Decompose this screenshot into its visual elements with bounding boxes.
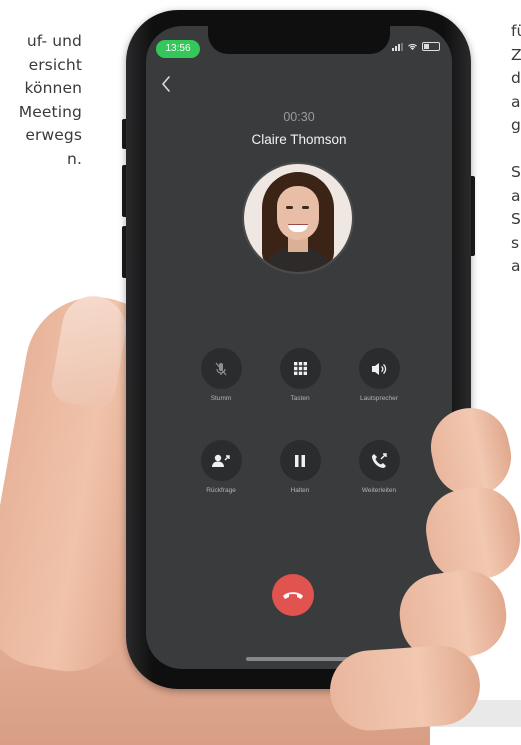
keypad-button[interactable]: Tasten <box>273 348 327 402</box>
consult-button[interactable]: Rückfrage <box>194 440 248 494</box>
transfer-label: Weiterleiten <box>361 487 397 494</box>
left-text-line: uf- und <box>26 32 82 50</box>
wifi-icon <box>408 43 417 51</box>
status-time: 13:56 <box>156 40 200 58</box>
right-text-line: s <box>511 233 520 252</box>
keypad-label: Tasten <box>290 395 310 402</box>
right-text-line: a <box>511 257 521 275</box>
right-text-line: a <box>511 186 521 205</box>
right-text-line: a <box>511 92 521 111</box>
battery-icon <box>422 42 440 51</box>
consult-label: Rückfrage <box>206 487 236 494</box>
left-text-line: n. <box>67 149 82 168</box>
keypad-grid-icon <box>293 362 307 375</box>
right-text-line: g <box>511 116 521 134</box>
user-add-arrow-icon <box>212 454 230 467</box>
right-text-line <box>511 138 521 162</box>
right-text-line: d <box>511 69 521 87</box>
caller-name: Claire Thomson <box>251 132 347 147</box>
speaker-label: Lautsprecher <box>360 395 398 402</box>
phone-hangup-icon <box>283 592 303 599</box>
left-paragraph-fragment: uf- und ersicht können Meeting erwegs n. <box>19 30 82 171</box>
left-text-line: Meeting <box>18 102 82 121</box>
mic-off-icon <box>215 362 227 375</box>
speaker-button[interactable]: Lautsprecher <box>352 348 406 402</box>
mute-label: Stumm <box>210 395 232 402</box>
hangup-button[interactable] <box>272 574 314 616</box>
call-duration: 00:30 <box>283 110 315 124</box>
caller-avatar <box>242 162 354 274</box>
right-text-line: S <box>511 163 521 181</box>
right-paragraph-fragment: fü Z d a g S a S s a <box>511 20 521 279</box>
phone-forward-icon <box>372 452 387 468</box>
pause-icon <box>295 454 305 467</box>
right-text-line: S <box>511 210 521 228</box>
signal-icon <box>392 42 403 51</box>
hold-button[interactable]: Halten <box>273 440 327 494</box>
right-text-line: fü <box>511 22 521 40</box>
hold-label: Halten <box>290 487 310 494</box>
phone-notch <box>208 26 390 54</box>
mute-button[interactable]: Stumm <box>194 348 248 402</box>
left-text-line: können <box>24 79 82 97</box>
chevron-left-icon[interactable] <box>159 74 173 94</box>
left-text-line: ersicht <box>28 55 82 74</box>
home-indicator <box>246 657 352 661</box>
speaker-volume-icon <box>372 362 387 375</box>
right-text-line: Z <box>511 45 521 64</box>
status-icons <box>392 42 440 51</box>
phone-screen: 13:56 00:30 Claire Thomson Stumm Tasten … <box>146 26 452 669</box>
hand-finger <box>327 642 483 734</box>
left-text-line: erwegs <box>25 126 82 144</box>
transfer-button[interactable]: Weiterleiten <box>352 440 406 494</box>
